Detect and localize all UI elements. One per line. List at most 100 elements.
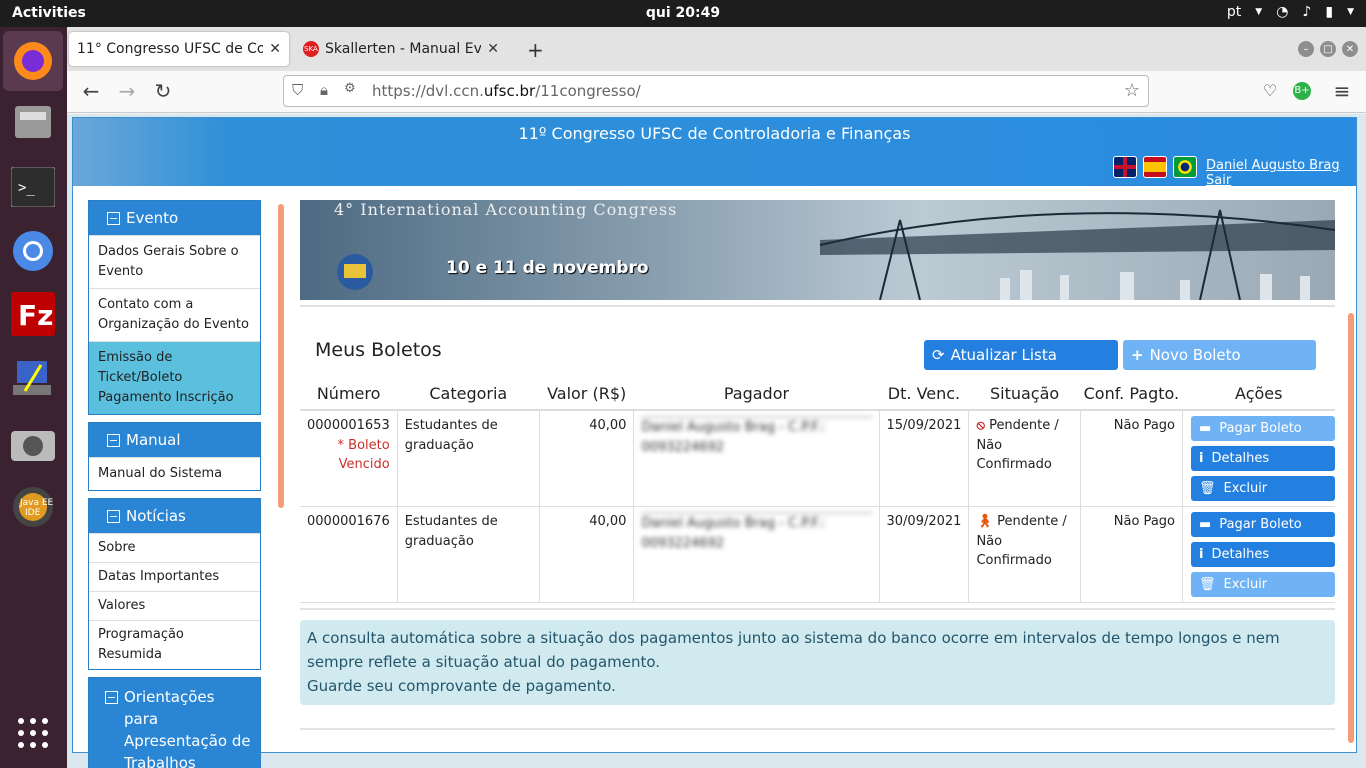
files-icon[interactable]	[9, 97, 57, 145]
table-row: 0000001653 * Boleto Vencido Estudantes de…	[300, 410, 1335, 507]
site-container: 11º Congresso UFSC de Controladoria e Fi…	[72, 117, 1357, 768]
credit-card-icon: ▬	[1199, 420, 1212, 436]
filezilla-icon[interactable]: Fz	[9, 290, 57, 338]
svg-text:IDE: IDE	[25, 508, 41, 518]
sidebar-item-datas[interactable]: Datas Importantes	[89, 562, 260, 591]
button-label: Excluir	[1223, 480, 1268, 496]
extension-icon[interactable]: B+	[1293, 82, 1311, 100]
collapse-icon[interactable]: −	[107, 434, 120, 447]
chevron-down-icon: ▼	[1347, 7, 1354, 17]
refresh-icon: ⟳	[932, 346, 945, 364]
button-label: Pagar Boleto	[1219, 516, 1302, 532]
delete-button[interactable]: 🗑︎ Excluir	[1191, 572, 1335, 597]
close-window-icon[interactable]: ✕	[1342, 41, 1358, 57]
lock-icon[interactable]: 🔒︎	[320, 81, 328, 99]
tab-favicon-icon: SKA	[303, 41, 319, 57]
details-button[interactable]: i Detalhes	[1191, 446, 1335, 471]
credit-card-icon: ▬	[1199, 516, 1212, 532]
category-cell: Estudantes de graduação	[396, 410, 540, 507]
user-logout-link[interactable]: Daniel Augusto Brag Sair	[1206, 158, 1356, 188]
page-scrollbar[interactable]	[1348, 313, 1354, 743]
new-tab-icon[interactable]: +	[527, 38, 544, 62]
sidebar-scrollbar[interactable]	[278, 204, 284, 508]
info-icon: i	[1199, 450, 1204, 466]
panel-header[interactable]: − Evento	[89, 201, 260, 235]
sidebar-item-programacao[interactable]: Programação Resumida	[89, 620, 260, 669]
button-label: Novo Boleto	[1149, 346, 1241, 364]
panel-header[interactable]: − Orientações para Apresentação de Trabal…	[89, 678, 260, 768]
col-header: Conf. Pagto.	[1080, 378, 1183, 411]
button-label: Pagar Boleto	[1219, 420, 1302, 436]
refresh-list-button[interactable]: ⟳ Atualizar Lista	[924, 340, 1118, 370]
firefox-icon[interactable]	[3, 31, 63, 91]
panel-header[interactable]: − Manual	[89, 423, 260, 457]
sidebar-item-dados-gerais[interactable]: Dados Gerais Sobre o Evento	[89, 235, 260, 288]
panel-noticias: − Notícias Sobre Datas Importantes Valore…	[88, 498, 261, 670]
bookmark-star-icon[interactable]: ☆	[1124, 80, 1140, 101]
due-date-cell: 30/09/2021	[878, 506, 969, 603]
collapse-icon[interactable]: −	[105, 691, 118, 704]
panel-header[interactable]: − Notícias	[89, 499, 260, 533]
url-bar[interactable]: ⛉ 🔒︎ ⚙ https://dvl.ccn.ufsc.br/11congres…	[283, 75, 1149, 107]
sidebar-item-manual[interactable]: Manual do Sistema	[89, 457, 260, 490]
button-label: Atualizar Lista	[950, 346, 1057, 364]
table-row: 0000001676 Estudantes de graduação 40,00…	[300, 506, 1335, 603]
panel-title: Evento	[126, 209, 179, 227]
button-label: Detalhes	[1211, 450, 1270, 466]
close-icon[interactable]: ✕	[487, 41, 499, 57]
tab-skallerten[interactable]: SKA Skallerten - Manual Event ✕	[295, 32, 507, 66]
delete-button[interactable]: 🗑︎ Excluir	[1191, 476, 1335, 501]
flag-br-icon[interactable]	[1173, 156, 1197, 178]
url-prefix: https://dvl.ccn.	[372, 82, 484, 100]
info-icon: i	[1199, 546, 1204, 562]
java-ee-icon[interactable]: Java EE IDE	[9, 483, 57, 531]
sidebar-item-boleto[interactable]: Emissão de Ticket/Boleto Pagamento Inscr…	[89, 341, 260, 414]
sidebar-item-contato[interactable]: Contato com a Organização do Evento	[89, 288, 260, 341]
volume-icon[interactable]: ♪	[1302, 4, 1311, 20]
wifi-icon[interactable]: ◔	[1276, 4, 1288, 20]
svg-text:Java EE: Java EE	[19, 498, 54, 508]
battery-icon[interactable]: ▮	[1325, 4, 1333, 20]
camera-icon[interactable]	[9, 420, 57, 468]
status-cell: Pendente / Não Confirmado	[976, 418, 1059, 472]
ufsc-logo-icon	[337, 254, 373, 290]
forward-icon[interactable]: →	[114, 80, 140, 102]
payment-conf-cell: Não Pago	[1079, 506, 1183, 603]
close-icon[interactable]: ✕	[269, 41, 281, 57]
pay-boleto-button[interactable]: ▬ Pagar Boleto	[1191, 416, 1335, 441]
due-date-cell: 15/09/2021	[878, 410, 969, 507]
permissions-icon[interactable]: ⚙	[344, 81, 356, 96]
flag-uk-icon[interactable]	[1113, 156, 1137, 178]
pay-boleto-button[interactable]: ▬ Pagar Boleto	[1191, 512, 1335, 537]
clock[interactable]: qui 20:49	[0, 5, 1366, 21]
flag-es-icon[interactable]	[1143, 156, 1167, 178]
collapse-icon[interactable]: −	[107, 510, 120, 523]
chromium-icon[interactable]	[9, 227, 57, 275]
menu-icon[interactable]: ≡	[1329, 80, 1355, 102]
collapse-icon[interactable]: −	[107, 212, 120, 225]
minimize-icon[interactable]: –	[1298, 41, 1314, 57]
category-cell: Estudantes de graduação	[396, 506, 540, 603]
banner-heading: 4° International Accounting Congress	[334, 200, 678, 219]
sidebar-item-sobre[interactable]: Sobre	[89, 533, 260, 562]
shield-icon[interactable]: ⛉	[292, 81, 303, 99]
pocket-icon[interactable]: ♡	[1257, 80, 1283, 102]
back-icon[interactable]: ←	[78, 80, 104, 102]
payer-cell: Daniel Augusto Brag - C.P.F.: 0093224692	[641, 512, 872, 553]
svg-text:>_: >_	[18, 180, 35, 196]
terminal-icon[interactable]: >_	[9, 163, 57, 211]
value-cell: 40,00	[538, 506, 634, 603]
app-grid-icon[interactable]	[9, 709, 57, 757]
details-button[interactable]: i Detalhes	[1191, 542, 1335, 567]
network-icon[interactable]	[9, 355, 57, 403]
nav-toolbar: ← → ↻ ⛉ 🔒︎ ⚙ https://dvl.ccn.ufsc.br/11c…	[67, 71, 1366, 113]
tab-congresso[interactable]: 11° Congresso UFSC de Cont ✕	[69, 32, 289, 66]
sidebar-item-valores[interactable]: Valores	[89, 591, 260, 620]
new-boleto-button[interactable]: + Novo Boleto	[1123, 340, 1316, 370]
forbidden-icon: ⦸	[976, 418, 985, 433]
page-viewport: 11º Congresso UFSC de Controladoria e Fi…	[67, 114, 1366, 768]
panel-title: Notícias	[126, 507, 186, 525]
reload-icon[interactable]: ↻	[150, 80, 176, 102]
lang-indicator[interactable]: pt	[1227, 4, 1241, 20]
maximize-icon[interactable]: □	[1320, 41, 1336, 57]
